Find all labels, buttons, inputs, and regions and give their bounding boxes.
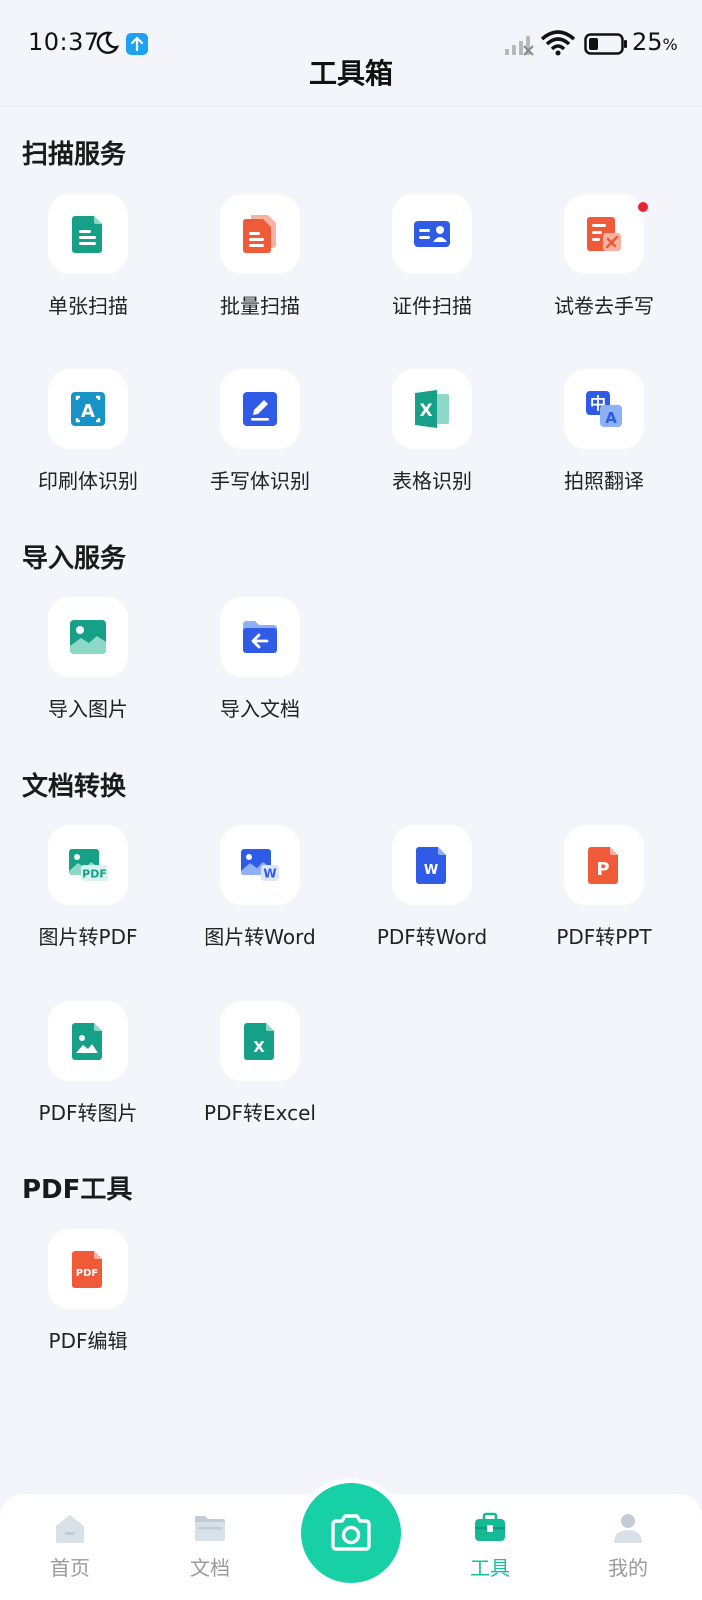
section-title-pdf-tools: PDF工具 [22, 1175, 133, 1205]
toolbox-icon [475, 1512, 505, 1541]
tab-label: 工具 [470, 1556, 510, 1580]
tool-label: 批量扫描 [220, 294, 300, 318]
glyph-x: X [253, 1038, 265, 1056]
tab-tools[interactable]: 工具 [440, 1510, 540, 1596]
tool-label: 图片转Word [204, 925, 316, 949]
tool-label: PDF转Word [376, 925, 488, 949]
tool-tile[interactable] [564, 194, 644, 274]
folder-icon [195, 1516, 225, 1541]
image-icon [70, 620, 106, 654]
tool-tile[interactable]: X [220, 1001, 300, 1081]
tool-tile[interactable]: P [564, 825, 644, 905]
tool-tile[interactable]: 中 A [564, 369, 644, 449]
batch-document-icon [243, 215, 276, 253]
tab-documents[interactable]: 文档 [160, 1510, 260, 1596]
tool-label: 单张扫描 [48, 294, 128, 318]
tool-label: 试卷去手写 [554, 294, 654, 318]
tool-single-scan[interactable]: 单张扫描 [0, 194, 176, 344]
tool-tile[interactable] [220, 369, 300, 449]
tool-remove-handwriting[interactable]: 试卷去手写 [516, 194, 692, 344]
pen-edit-icon [243, 392, 277, 426]
tool-image-to-pdf[interactable]: PDF 图片转PDF [0, 825, 176, 975]
tool-import-document[interactable]: 导入文档 [172, 597, 348, 747]
tab-label: 文档 [190, 1556, 230, 1580]
tool-tile[interactable] [48, 1001, 128, 1081]
tool-pdf-to-excel[interactable]: X PDF转Excel [172, 1001, 348, 1151]
tab-label: 首页 [50, 1556, 90, 1580]
camera-icon [331, 1514, 371, 1551]
tab-home[interactable]: 首页 [20, 1510, 120, 1596]
image-word-icon: W [241, 849, 279, 881]
tool-tile[interactable] [48, 597, 128, 677]
notification-dot [638, 202, 648, 212]
tool-label: PDF转图片 [38, 1101, 138, 1125]
page-title: 工具箱 [308, 57, 393, 90]
tool-tile[interactable]: W [392, 825, 472, 905]
tool-tile[interactable] [220, 597, 300, 677]
glyph-w: W [424, 863, 438, 878]
tool-tile[interactable]: PDF [48, 1229, 128, 1309]
tool-photo-translate[interactable]: 中 A 拍照翻译 [516, 369, 692, 519]
tool-label: PDF转PPT [556, 925, 652, 949]
tool-handwriting-ocr[interactable]: 手写体识别 [172, 369, 348, 519]
camera-button[interactable] [301, 1483, 401, 1583]
tool-label: 导入文档 [220, 697, 300, 721]
glyph-a: A [81, 401, 95, 422]
tool-tile[interactable] [392, 194, 472, 274]
header-divider [0, 106, 702, 107]
tool-label: 图片转PDF [38, 925, 138, 949]
eraser-document-icon [587, 217, 621, 251]
tool-print-ocr[interactable]: A 印刷体识别 [0, 369, 176, 519]
glyph-pdf: PDF [82, 868, 107, 881]
tool-image-to-word[interactable]: W 图片转Word [172, 825, 348, 975]
tool-import-image[interactable]: 导入图片 [0, 597, 176, 747]
tool-tile[interactable]: X [392, 369, 472, 449]
tool-tile[interactable]: W [220, 825, 300, 905]
tab-profile[interactable]: 我的 [578, 1510, 678, 1596]
user-icon [614, 1514, 642, 1543]
glyph-a: A [605, 409, 617, 427]
excel-icon: X [415, 390, 449, 428]
tool-pdf-edit[interactable]: PDF PDF编辑 [0, 1229, 176, 1379]
text-recognition-icon: A [71, 392, 105, 426]
pdf-document-icon: PDF [72, 1251, 102, 1288]
tool-pdf-to-image[interactable]: PDF转图片 [0, 1001, 176, 1151]
tool-label: 证件扫描 [392, 294, 472, 318]
translate-icon: 中 A [586, 391, 622, 427]
tool-table-ocr[interactable]: X 表格识别 [344, 369, 520, 519]
tool-label: 印刷体识别 [38, 469, 138, 493]
folder-import-icon [243, 621, 277, 653]
document-icon [72, 216, 102, 253]
tool-batch-scan[interactable]: 批量扫描 [172, 194, 348, 344]
tool-label: PDF编辑 [48, 1329, 128, 1353]
section-title-convert: 文档转换 [22, 772, 127, 802]
section-title-import: 导入服务 [22, 544, 127, 574]
image-document-icon [72, 1023, 102, 1060]
image-pdf-icon: PDF [69, 849, 108, 881]
glyph-w: W [263, 867, 276, 881]
tool-tile[interactable]: PDF [48, 825, 128, 905]
tool-label: 手写体识别 [210, 469, 310, 493]
glyph-pdf: PDF [76, 1268, 98, 1279]
excel-document-icon: X [244, 1023, 274, 1060]
tab-label: 我的 [608, 1556, 648, 1580]
tool-id-scan[interactable]: 证件扫描 [344, 194, 520, 344]
tool-tile[interactable] [220, 194, 300, 274]
id-card-icon [414, 221, 450, 247]
tool-pdf-to-word[interactable]: W PDF转Word [344, 825, 520, 975]
glyph-p: P [596, 859, 609, 880]
tool-label: 表格识别 [392, 469, 472, 493]
tool-pdf-to-ppt[interactable]: P PDF转PPT [516, 825, 692, 975]
tool-label: PDF转Excel [204, 1101, 316, 1125]
tool-tile[interactable]: A [48, 369, 128, 449]
word-document-icon: W [416, 847, 446, 884]
home-icon [56, 1515, 84, 1543]
tool-tile[interactable] [48, 194, 128, 274]
tool-label: 导入图片 [48, 697, 128, 721]
tool-label: 拍照翻译 [564, 469, 644, 493]
glyph-x: X [419, 401, 432, 421]
ppt-document-icon: P [588, 847, 618, 884]
section-title-scan: 扫描服务 [22, 140, 127, 170]
